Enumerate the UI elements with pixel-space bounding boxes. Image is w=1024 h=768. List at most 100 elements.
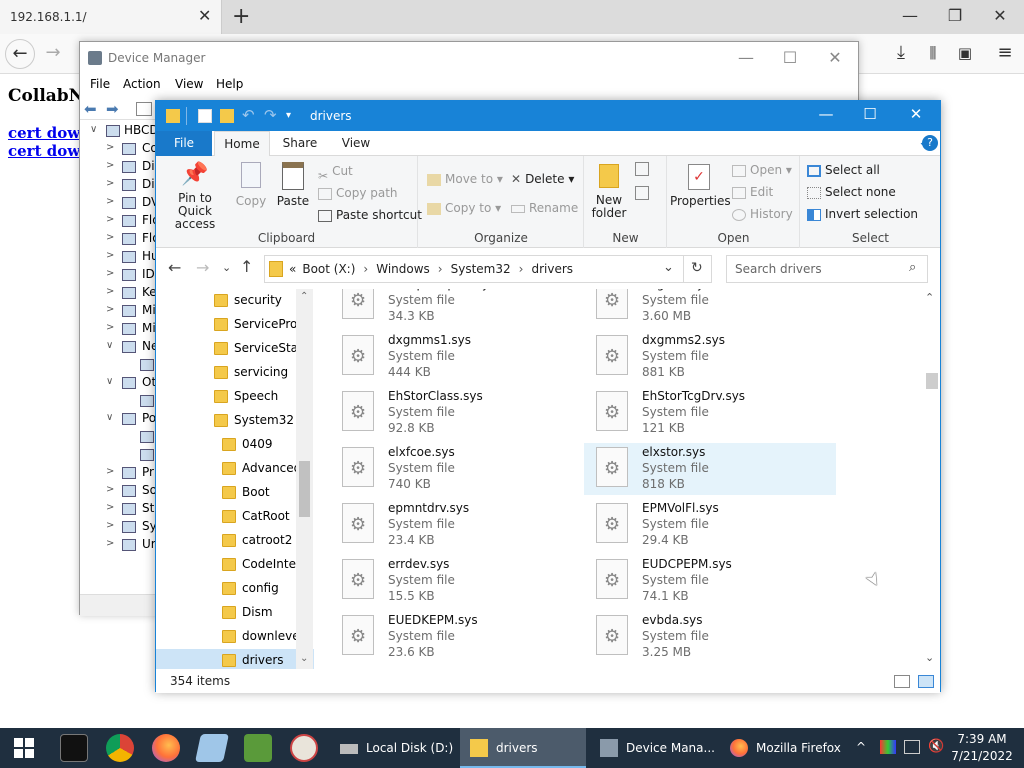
select-all-button[interactable]: Select all [807,160,880,180]
nav-item[interactable]: security [156,289,314,313]
nav-item[interactable]: Advanced [156,457,314,481]
file-item[interactable]: epmntdrv.sys System file 23.4 KB [330,499,582,551]
device-tree-item[interactable]: > Sy [80,518,160,536]
undo-icon[interactable]: ↶ [242,106,255,124]
nav-scrollbar-thumb[interactable] [299,461,310,517]
tab-home[interactable]: Home [214,131,270,156]
device-tree-item[interactable]: > Ke [80,284,160,302]
downloads-icon[interactable]: ⤓ [886,39,916,69]
move-to-button[interactable]: Move to ▾ [427,169,503,189]
menu-icon[interactable]: ≡ [990,39,1020,69]
new-tab-icon[interactable]: + [232,4,250,29]
file-item[interactable]: dxgmms2.sys System file 881 KB [584,331,836,383]
chevron-right-icon[interactable]: > [106,286,114,297]
file-scrollbar[interactable]: ⌃ ⌄ [922,289,939,669]
device-tree-item[interactable]: > ID [80,266,160,284]
device-tree-item[interactable]: ∨ Ot [80,374,160,392]
file-item[interactable]: elxfcoe.sys System file 740 KB [330,443,582,495]
taskbar-device-manager[interactable]: Device Mana... [590,728,716,768]
chevron-right-icon[interactable]: > [106,466,114,477]
search-input[interactable]: Search drivers ⌕ [726,255,928,283]
nav-item[interactable]: System32 [156,409,314,433]
forward-icon[interactable]: ➡ [106,100,119,118]
file-item[interactable]: Dumpstorport.sys System file 34.3 KB [330,289,582,327]
maximize-icon[interactable]: ☐ [778,48,802,67]
breadcrumb-separator-icon[interactable]: › [438,262,443,276]
tab-file[interactable]: File [156,131,212,156]
history-button[interactable]: History [732,204,793,224]
nav-item[interactable]: CatRoot [156,505,314,529]
file-item[interactable]: EUDCPEPM.sys System file 74.1 KB [584,555,836,607]
scroll-up-icon[interactable]: ⌃ [300,291,308,302]
chevron-right-icon[interactable]: > [106,196,114,207]
file-item[interactable]: EhStorTcgDrv.sys System file 121 KB [584,387,836,439]
close-icon[interactable]: ✕ [894,105,938,127]
chevron-right-icon[interactable]: > [106,250,114,261]
device-tree-item[interactable]: > Ste [80,500,162,518]
new-folder-icon[interactable] [220,109,234,123]
new-item-icon[interactable] [635,162,649,176]
device-tree-item[interactable]: > Mi [80,320,160,338]
sidebar-icon[interactable]: ▣ [950,39,980,69]
device-tree-item[interactable]: > Flo [80,212,160,230]
breadcrumb-separator-icon[interactable]: › [519,262,524,276]
nav-item[interactable]: Boot [156,481,314,505]
device-tree-item[interactable]: ∨ HBCD [80,122,160,140]
nav-item[interactable]: CodeInteg [156,553,314,577]
back-icon[interactable]: ← [168,258,181,277]
redo-icon[interactable]: ↷ [264,106,277,124]
file-item[interactable]: EPMVolFl.sys System file 29.4 KB [584,499,836,551]
chevron-right-icon[interactable]: > [106,304,114,315]
breadcrumb-item[interactable]: drivers [531,262,573,276]
menu-help[interactable]: Help [216,77,243,91]
chevron-right-icon[interactable]: > [106,178,114,189]
device-tree-item[interactable] [80,446,160,464]
breadcrumb-item[interactable]: System32 [451,262,511,276]
copy-button[interactable]: Copy [230,162,272,208]
close-window-icon[interactable]: ✕ [988,6,1012,25]
network-icon[interactable] [904,740,920,754]
up-icon[interactable]: ↑ [240,257,253,276]
back-icon[interactable]: ← [5,39,35,69]
taskbar-firefox[interactable]: Mozilla Firefox [720,728,846,768]
chevron-right-icon[interactable]: > [106,232,114,243]
minimize-icon[interactable]: — [898,6,922,25]
copy-to-button[interactable]: Copy to ▾ [427,198,501,218]
nav-item[interactable]: 0409 [156,433,314,457]
app-icon[interactable] [195,734,229,762]
device-tree-item[interactable]: > Flo [80,230,160,248]
paste-shortcut-button[interactable]: Paste shortcut [318,205,422,225]
customize-toolbar-icon[interactable]: ▾ [286,110,291,121]
file-item[interactable]: dxgmms1.sys System file 444 KB [330,331,582,383]
file-item[interactable]: dxgkrnl.sys System file 3.60 MB [584,289,836,327]
chevron-down-icon[interactable]: ∨ [90,124,97,135]
file-item[interactable]: errdev.sys System file 15.5 KB [330,555,582,607]
refresh-icon[interactable]: ↻ [691,260,703,276]
invert-selection-button[interactable]: Invert selection [807,204,918,224]
taskbar-local-disk[interactable]: Local Disk (D:) [330,728,456,768]
device-tree-item[interactable] [80,428,160,446]
file-item[interactable]: evbda.sys System file 3.25 MB [584,611,836,663]
minimize-icon[interactable]: — [804,105,848,127]
chevron-right-icon[interactable]: > [106,502,114,513]
cut-button[interactable]: ✂ Cut [318,161,353,183]
rename-button[interactable]: Rename [511,198,578,218]
copy-path-button[interactable]: Copy path [318,183,398,203]
breadcrumb-overflow[interactable]: « [289,262,296,276]
address-input[interactable]: « Boot (X:) › Windows › System32 › drivers ⌄ ↻ [264,255,712,283]
terminal-icon[interactable] [60,734,88,762]
chevron-down-icon[interactable]: ∨ [106,412,113,423]
restore-icon[interactable]: ❐ [943,6,967,25]
chevron-down-icon[interactable]: ∨ [106,376,113,387]
scroll-down-icon[interactable]: ⌄ [300,653,308,664]
nav-item[interactable]: config [156,577,314,601]
open-button[interactable]: Open ▾ [732,160,792,180]
device-tree-item[interactable]: > Hu [80,248,160,266]
file-item[interactable]: EUEDKEPM.sys System file 23.6 KB [330,611,582,663]
library-icon[interactable]: ⫼ [918,39,948,69]
back-icon[interactable]: ⬅ [84,100,97,118]
help-icon[interactable]: ? [922,135,938,151]
nav-item[interactable]: downlevel [156,625,314,649]
close-tab-icon[interactable]: ✕ [198,6,211,25]
nav-item[interactable]: Speech [156,385,314,409]
